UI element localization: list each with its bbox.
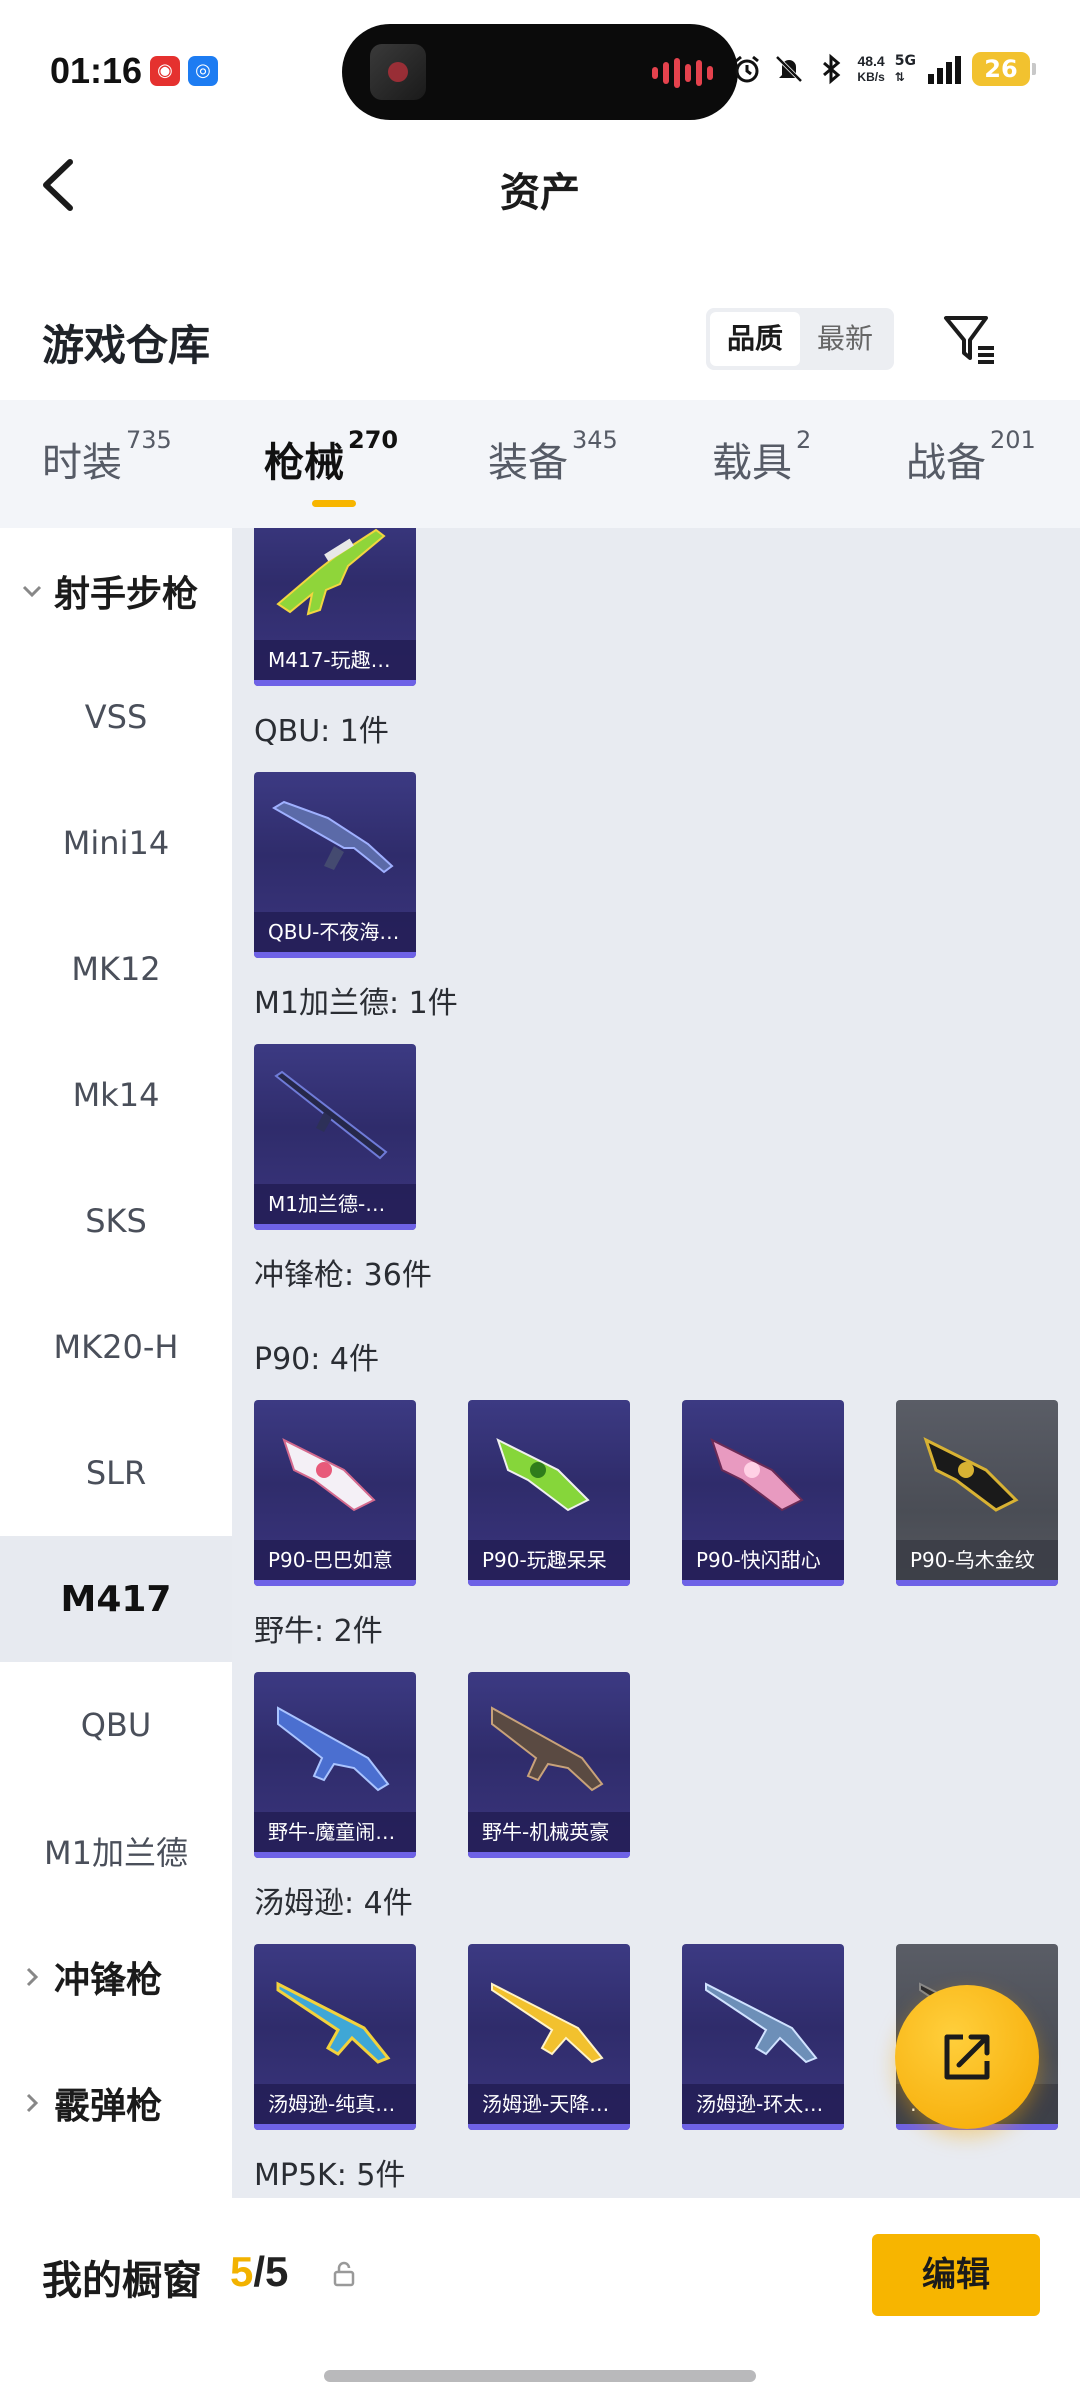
- mute-icon: [776, 55, 803, 83]
- rifle-skin-icon: [272, 800, 394, 874]
- filter-icon[interactable]: [940, 310, 1000, 370]
- network-type: 5G ⇅: [894, 53, 916, 84]
- rarity-bar: [254, 1852, 416, 1858]
- album-art-icon: [370, 44, 426, 100]
- rarity-bar: [682, 1580, 844, 1586]
- sidebar-item-vss[interactable]: VSS: [0, 654, 232, 780]
- active-tab-indicator: [312, 500, 356, 507]
- warehouse-title: 游戏仓库: [42, 321, 211, 370]
- smg-skin-icon: [710, 1438, 804, 1512]
- section-label: MP5K: 5件: [254, 2158, 406, 2193]
- showcase-count: 5/5: [230, 2248, 289, 2295]
- section-label: M1加兰德: 1件: [254, 986, 458, 1021]
- weapon-card[interactable]: M417-玩趣…: [254, 528, 416, 686]
- home-indicator[interactable]: [324, 2370, 756, 2382]
- rarity-bar: [896, 1580, 1058, 1586]
- sidebar-item-m1garand[interactable]: M1加兰德: [0, 1788, 232, 1914]
- rarity-bar: [468, 1852, 630, 1858]
- tab-equipment[interactable]: 装备 345: [488, 426, 618, 488]
- browser-icon: ◎: [188, 56, 218, 86]
- edit-button[interactable]: 编辑: [872, 2234, 1040, 2316]
- lock-icon: [333, 2261, 355, 2287]
- tab-fashion[interactable]: 时装 735: [42, 426, 172, 488]
- rarity-bar: [254, 952, 416, 958]
- sidebar-item-sks[interactable]: SKS: [0, 1158, 232, 1284]
- smg-skin-icon: [491, 1706, 604, 1792]
- sidebar-item-qbu[interactable]: QBU: [0, 1662, 232, 1788]
- rarity-bar: [468, 1580, 630, 1586]
- smg-skin-icon: [496, 1438, 590, 1512]
- network-speed: 48.4 KB/s: [857, 53, 885, 84]
- rarity-bar: [254, 680, 416, 686]
- rarity-bar: [254, 2124, 416, 2130]
- showcase-label: 我的橱窗: [42, 2258, 202, 2304]
- rarity-bar: [468, 2124, 630, 2130]
- status-bar: 01:16 ◉ ◎ 48.4 KB/s 5G ⇅ 26: [0, 0, 1080, 130]
- sidebar-item-m417[interactable]: M417: [0, 1536, 232, 1662]
- showcase-bar: 我的橱窗 5/5 编辑: [0, 2198, 1080, 2400]
- section-label: 汤姆逊: 4件: [254, 1886, 413, 1921]
- rarity-bar: [254, 1224, 416, 1230]
- weapon-card[interactable]: P90-乌木金纹: [896, 1400, 1058, 1586]
- chevron-right-icon: [26, 2093, 39, 2113]
- status-time: 01:16: [50, 50, 143, 91]
- dynamic-island[interactable]: [342, 24, 738, 120]
- smg-skin-icon: [276, 1981, 391, 2064]
- audio-wave-icon: [652, 58, 713, 88]
- netease-music-icon: ◉: [150, 56, 180, 86]
- sort-newest-button[interactable]: 最新: [800, 312, 890, 366]
- sidebar-item-mk20h[interactable]: MK20-H: [0, 1284, 232, 1410]
- weapon-card[interactable]: P90-快闪甜心: [682, 1400, 844, 1586]
- tab-vehicles[interactable]: 载具 2: [712, 426, 811, 488]
- section-label: QBU: 1件: [254, 714, 389, 749]
- smg-skin-icon: [705, 1982, 818, 2064]
- bluetooth-icon: [823, 53, 841, 85]
- sidebar-group-shotgun[interactable]: 霰弹枪: [0, 2040, 232, 2166]
- weapon-card[interactable]: 汤姆逊-环太…: [682, 1944, 844, 2130]
- sidebar-group-dmr[interactable]: 射手步枪: [0, 528, 232, 654]
- weapon-card[interactable]: P90-玩趣呆呆: [468, 1400, 630, 1586]
- weapon-sidebar: 射手步枪 VSS Mini14 MK12 Mk14 SKS MK20-H SLR…: [0, 528, 232, 2198]
- sort-quality-button[interactable]: 品质: [710, 312, 800, 366]
- tab-weapons[interactable]: 枪械 270: [264, 426, 398, 488]
- warehouse-bar: 游戏仓库 品质 最新: [0, 290, 1080, 390]
- rifle-skin-icon: [274, 1070, 388, 1160]
- sidebar-item-slr[interactable]: SLR: [0, 1410, 232, 1536]
- status-right: 48.4 KB/s 5G ⇅ 26: [731, 52, 1036, 86]
- alarm-icon: [735, 55, 760, 83]
- weapon-card[interactable]: 野牛-魔童闹…: [254, 1672, 416, 1858]
- smg-skin-icon: [491, 1982, 604, 2064]
- page-header: 资产: [0, 130, 1080, 240]
- section-label: 野牛: 2件: [254, 1614, 383, 1649]
- share-button[interactable]: [895, 1985, 1039, 2129]
- weapon-card[interactable]: M1加兰德-…: [254, 1044, 416, 1230]
- sidebar-item-mk14[interactable]: Mk14: [0, 1032, 232, 1158]
- sidebar-item-mini14[interactable]: Mini14: [0, 780, 232, 906]
- sort-toggle: 品质 最新: [706, 308, 894, 370]
- signal-icon: [928, 56, 961, 84]
- smg-skin-icon: [282, 1438, 376, 1512]
- rarity-bar: [682, 2124, 844, 2130]
- smg-skin-icon: [923, 1437, 1019, 1512]
- weapon-card[interactable]: 汤姆逊-天降…: [468, 1944, 630, 2130]
- weapon-card[interactable]: 汤姆逊-纯真…: [254, 1944, 416, 2130]
- weapon-card[interactable]: 野牛-机械英豪: [468, 1672, 630, 1858]
- rifle-skin-icon: [276, 528, 386, 616]
- weapon-card[interactable]: QBU-不夜海…: [254, 772, 416, 958]
- chevron-down-icon: [22, 585, 42, 598]
- weapon-card[interactable]: P90-巴巴如意: [254, 1400, 416, 1586]
- share-icon: [944, 2034, 990, 2080]
- battery-indicator: 26: [972, 52, 1036, 86]
- section-label: 冲锋枪: 36件: [254, 1258, 432, 1293]
- chevron-right-icon: [26, 1967, 39, 1987]
- weapon-content: M417-玩趣… QBU: 1件 QBU-不夜海… M1加兰德: 1件 M1加兰…: [232, 528, 1080, 2198]
- rarity-bar: [254, 1580, 416, 1586]
- sidebar-group-smg[interactable]: 冲锋枪: [0, 1914, 232, 2040]
- page-title: 资产: [500, 170, 580, 216]
- tab-battle-prep[interactable]: 战备 201: [906, 426, 1036, 488]
- smg-skin-icon: [277, 1706, 390, 1792]
- category-tabs: 时装 735 枪械 270 装备 345 载具 2 战备 201: [0, 400, 1080, 528]
- sidebar-item-mk12[interactable]: MK12: [0, 906, 232, 1032]
- section-label: P90: 4件: [254, 1342, 379, 1377]
